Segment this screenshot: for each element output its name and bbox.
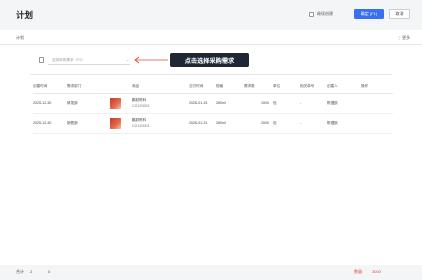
arrow-left-icon (134, 56, 168, 64)
cell-image (110, 113, 132, 134)
cell-related: - (300, 93, 327, 114)
cell-image (110, 93, 132, 114)
product-thumbnail[interactable] (110, 97, 121, 109)
product-thumbnail[interactable] (110, 117, 121, 129)
col-unit: 单位 (273, 80, 300, 94)
col-spec: 规格 (216, 80, 244, 94)
more-menu-button[interactable]: ⋮ 更多 (397, 35, 410, 41)
quantity-label: 数量: (354, 269, 364, 274)
table-header-row: 创建时间 需求部门 商品 交付时间 规格 需求数 单位 相关单号 创建人 操作 (33, 80, 393, 94)
cell-quantity: 2000 (244, 113, 273, 134)
col-quantity: 需求数 (244, 80, 273, 94)
product-name: 鹏跃陈科 (132, 117, 147, 122)
cell-action[interactable] (361, 93, 393, 114)
select-placeholder: 选择采购需求（F5） (52, 58, 85, 62)
cell-spec: 280ml (216, 93, 244, 114)
cell-department: 研发部 (67, 93, 110, 114)
quantity-value: 3000 (372, 269, 381, 274)
total-zero: 0 (48, 269, 51, 274)
divider (30, 74, 392, 75)
col-department: 需求部门 (67, 80, 110, 94)
cell-spec: 280ml (216, 113, 244, 134)
cell-product: 鹏跃陈科 CG120003 (132, 93, 189, 114)
total-label: 合计 (16, 269, 24, 274)
cell-delivery: 2026-01-31 (189, 113, 216, 134)
col-delivery: 交付时间 (189, 80, 216, 94)
product-name: 鹏跃陈科 (132, 97, 147, 102)
continue-create-label: 继续创建 (317, 11, 333, 16)
continue-create-checkbox[interactable]: 继续创建 (309, 11, 333, 17)
col-related: 相关单号 (300, 80, 327, 94)
cell-department: 销售部 (67, 113, 110, 134)
col-product: 商品 (132, 80, 189, 94)
table-row[interactable]: 2025-12-30 研发部 鹏跃陈科 CG120003 2026-01-15 … (33, 93, 393, 114)
col-image (110, 80, 132, 94)
cell-creator: 陈遵航 (327, 113, 361, 134)
instruction-callout: 点击选择采购需求 (170, 53, 249, 67)
cell-action[interactable] (361, 113, 393, 134)
cell-unit: 包 (273, 93, 300, 114)
confirm-button[interactable]: 确定 (F1) (354, 9, 384, 19)
cell-delivery: 2026-01-15 (189, 93, 216, 114)
chevron-down-icon[interactable]: ⌄ (126, 57, 129, 62)
cell-created: 2025-12-30 (33, 93, 67, 114)
document-icon (39, 57, 44, 63)
demand-table: 创建时间 需求部门 商品 交付时间 规格 需求数 单位 相关单号 创建人 操作 … (33, 80, 393, 134)
total-count: 2 (30, 269, 33, 274)
top-bar: 计划 继续创建 确定 (F1) 取消 (0, 0, 422, 30)
main-panel (0, 45, 422, 265)
purchase-demand-select[interactable]: 选择采购需求（F5） ⌄ (48, 55, 130, 65)
cell-creator: 陈遵航 (327, 93, 361, 114)
page-title: 计划 (16, 10, 34, 20)
cancel-button[interactable]: 取消 (389, 9, 410, 19)
checkbox-box[interactable] (309, 11, 314, 17)
tab-plan[interactable]: 计划 (16, 35, 24, 41)
col-creator: 创建人 (327, 80, 361, 94)
col-created: 创建时间 (33, 80, 67, 94)
sub-bar: 计划 ⋮ 更多 (0, 30, 422, 45)
product-code: CG120003 (132, 124, 150, 129)
cell-quantity: 1000 (244, 93, 273, 114)
cell-related: - (300, 113, 327, 134)
table-row[interactable]: 2025-12-30 销售部 鹏跃陈科 CG120003 2026-01-31 … (33, 113, 393, 134)
product-code: CG120003 (132, 104, 150, 109)
footer-summary: 合计 2 0 数量: 3000 (0, 265, 422, 280)
cell-product: 鹏跃陈科 CG120003 (132, 113, 189, 134)
col-action: 操作 (361, 80, 393, 94)
cell-unit: 包 (273, 113, 300, 134)
cell-created: 2025-12-30 (33, 113, 67, 134)
